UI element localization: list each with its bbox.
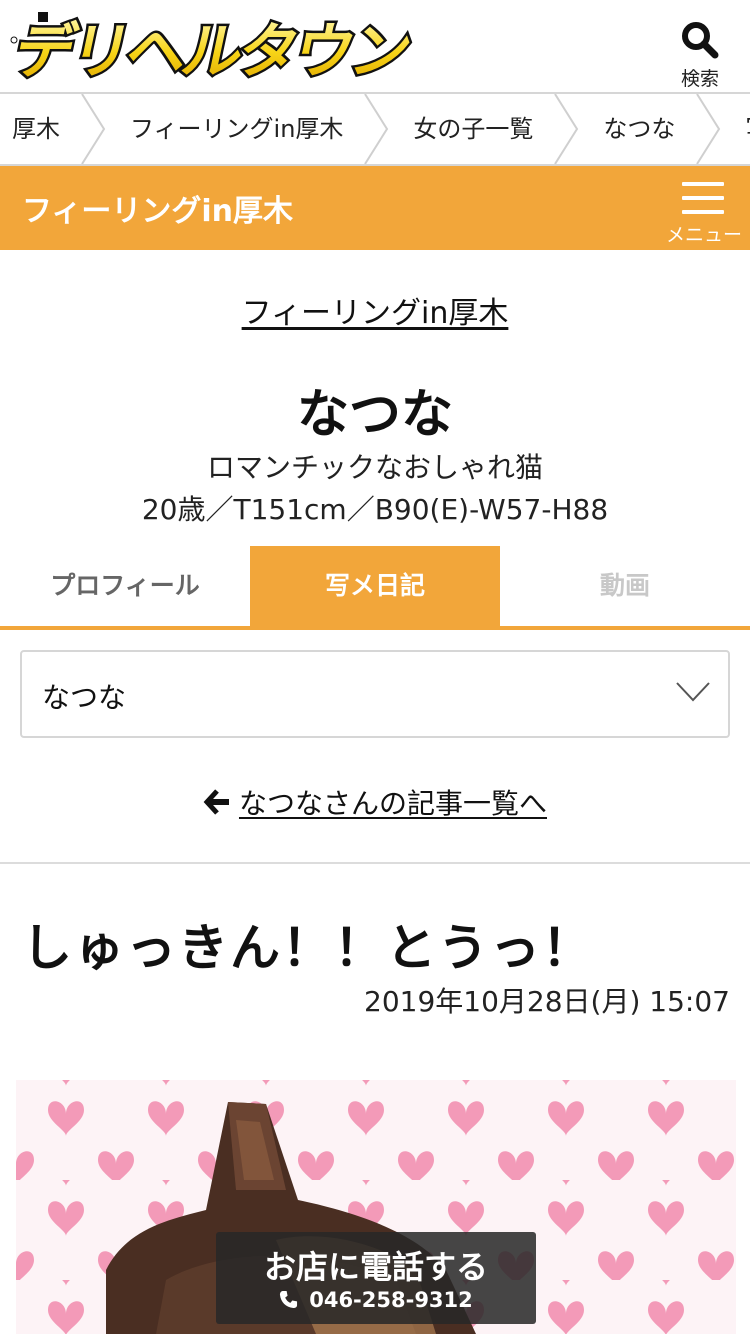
post-date: 2019年10月28日(月) 15:07	[364, 985, 730, 1018]
site-logo[interactable]: デリヘルタウン	[5, 10, 418, 89]
call-shop-label: お店に電話する	[263, 1248, 488, 1286]
divider	[0, 862, 750, 864]
breadcrumb-item-area[interactable]: 厚木	[0, 94, 106, 164]
back-to-list: なつなさんの記事一覧へ	[0, 782, 750, 823]
breadcrumb-item-shop[interactable]: フィーリングin厚木	[106, 94, 389, 164]
call-shop-phone: 046-258-9312	[216, 1288, 536, 1312]
breadcrumb-item-diary[interactable]: 写メ日記	[721, 94, 750, 164]
shop-bar: フィーリングin厚木 メニュー	[0, 166, 750, 250]
breadcrumb-item-girl[interactable]: なつな	[579, 94, 721, 164]
phone-icon	[280, 1290, 298, 1309]
breadcrumb-separator-icon	[364, 94, 389, 164]
tab-video[interactable]: 動画	[500, 546, 750, 626]
site-header: デリヘルタウン 検索	[0, 0, 750, 92]
arrow-left-icon	[203, 789, 229, 815]
chevron-down-icon	[676, 682, 710, 702]
menu-button[interactable]: メニュー	[664, 180, 744, 246]
girl-select[interactable]: なつな	[20, 650, 730, 738]
breadcrumb: 厚木 フィーリングin厚木 女の子一覧 なつな 写メ日記	[0, 92, 750, 166]
shop-link: フィーリングin厚木	[0, 288, 750, 332]
profile-tabs: プロフィール 写メ日記 動画	[0, 546, 750, 630]
menu-label: メニュー	[665, 224, 742, 246]
tab-diary[interactable]: 写メ日記	[250, 546, 500, 626]
shop-link-anchor[interactable]: フィーリングin厚木	[242, 296, 509, 331]
logo-text: デリヘルタウン	[8, 18, 416, 82]
search-button[interactable]: 検索	[670, 18, 730, 90]
tab-profile[interactable]: プロフィール	[0, 546, 250, 626]
search-label: 検索	[680, 68, 719, 90]
breadcrumb-item-girls[interactable]: 女の子一覧	[389, 94, 579, 164]
back-to-list-link[interactable]: なつなさんの記事一覧へ	[203, 782, 547, 822]
phone-number: 046-258-9312	[309, 1288, 473, 1312]
logo-graphic: デリヘルタウン	[5, 12, 418, 89]
call-shop-button[interactable]: お店に電話する 046-258-9312	[216, 1232, 536, 1324]
girl-catchphrase: ロマンチックなおしゃれ猫	[206, 451, 543, 484]
post-title: しゅっきん！！とうっ！	[22, 919, 594, 977]
breadcrumb-separator-icon	[554, 94, 579, 164]
shop-bar-title[interactable]: フィーリングin厚木	[22, 186, 293, 230]
breadcrumb-separator-icon	[81, 94, 106, 164]
breadcrumb-separator-icon	[696, 94, 721, 164]
search-icon	[682, 22, 719, 59]
girl-select-value: なつな	[42, 681, 127, 714]
back-to-list-text: なつなさんの記事一覧へ	[238, 787, 547, 820]
girl-name: なつな	[296, 385, 453, 445]
girl-specs: 20歳／T151cm／B90(E)-W57-H88	[141, 493, 609, 526]
